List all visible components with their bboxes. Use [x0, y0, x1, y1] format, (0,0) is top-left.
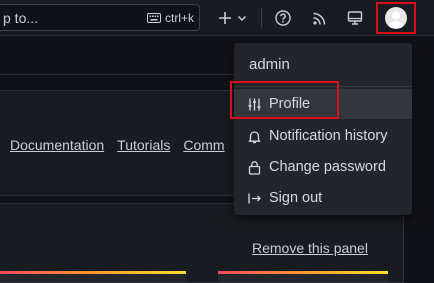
user-avatar: [385, 7, 407, 29]
lock-icon: [246, 159, 262, 175]
menu-item-label: Notification history: [269, 128, 388, 144]
top-nav-bar: p to... ctrl+k: [0, 0, 434, 36]
documentation-link[interactable]: Documentation: [10, 137, 104, 153]
menu-item-label: Sign out: [269, 190, 323, 206]
profile-highlight-box: [230, 81, 339, 119]
profile-menu: admin Profile Notification history Chang…: [234, 43, 412, 215]
tutorials-link[interactable]: Tutorials: [117, 137, 170, 153]
keyboard-icon: [146, 13, 161, 23]
sign-out-icon: [246, 190, 262, 206]
card-preview[interactable]: [0, 274, 186, 282]
new-button[interactable]: [214, 5, 250, 31]
help-links: Documentation Tutorials Comm: [10, 137, 238, 153]
nav-separator: [261, 8, 262, 28]
kiosk-mode-button[interactable]: [342, 5, 368, 31]
card-preview[interactable]: [218, 274, 388, 282]
chevron-down-icon: [237, 15, 246, 22]
menu-item-change-password[interactable]: Change password: [234, 152, 412, 182]
menu-item-label: Change password: [269, 159, 386, 175]
help-circle-icon: [275, 10, 291, 26]
news-button[interactable]: [306, 5, 332, 31]
menu-item-sign-out[interactable]: Sign out: [234, 183, 412, 213]
menu-username: admin: [249, 56, 290, 73]
remove-panel-link[interactable]: Remove this panel: [252, 240, 368, 256]
help-button[interactable]: [270, 5, 296, 31]
shortcut-label: ctrl+k: [164, 11, 194, 25]
plus-icon: [218, 12, 231, 24]
profile-avatar-button[interactable]: [376, 2, 416, 34]
community-link[interactable]: Comm: [183, 137, 224, 153]
search-placeholder: p to...: [3, 10, 39, 26]
search-shortcut-hint: ctrl+k: [146, 11, 194, 25]
rss-icon: [312, 12, 325, 25]
monitor-icon: [347, 11, 363, 25]
bell-icon: [246, 128, 262, 144]
menu-item-notification-history[interactable]: Notification history: [234, 121, 412, 151]
search-bar[interactable]: p to... ctrl+k: [0, 4, 200, 31]
